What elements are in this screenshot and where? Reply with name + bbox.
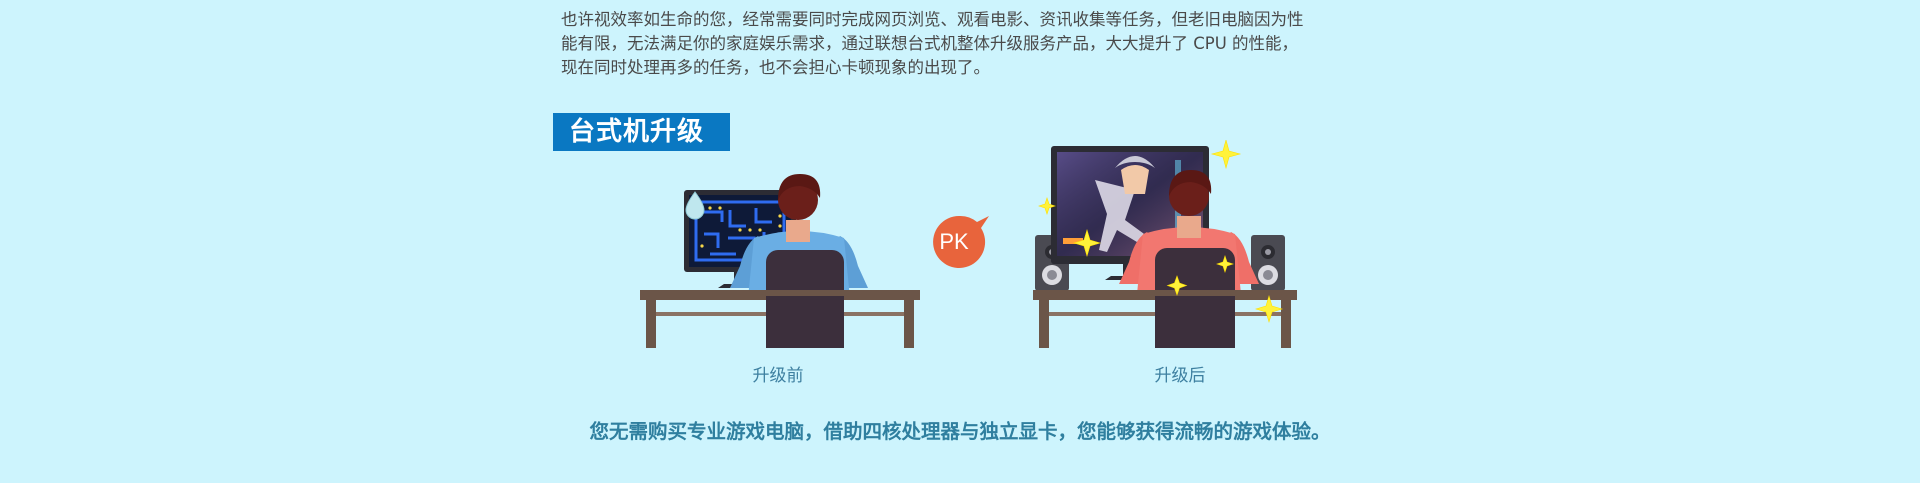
section-title-desktop-upgrade: 台式机升级 — [553, 113, 730, 151]
before-upgrade-illustration — [640, 174, 920, 348]
after-upgrade-illustration — [1033, 140, 1297, 348]
sparkle-icon — [1210, 140, 1242, 170]
intro-line: 能有限，无法满足你的家庭娱乐需求，通过联想台式机整体升级服务产品，大大提升了 C… — [561, 34, 1299, 53]
content-banner: 也许视效率如生命的您，经常需要同时完成网页浏览、观看电影、资讯收集等任务，但老旧… — [0, 0, 1920, 483]
chair-after-seat — [1155, 296, 1235, 348]
pk-badge: PK — [933, 215, 989, 268]
pk-label: PK — [939, 229, 969, 254]
summary-text: 您无需购买专业游戏电脑，借助四核处理器与独立显卡，您能够获得流畅的游戏体验。 — [589, 420, 1331, 443]
upgrade-page: 也许视效率如生命的您，经常需要同时完成网页浏览、观看电影、资讯收集等任务，但老旧… — [0, 0, 1920, 485]
after-upgrade-caption: 升级后 — [1154, 366, 1206, 386]
intro-paragraph: 也许视效率如生命的您，经常需要同时完成网页浏览、观看电影、资讯收集等任务，但老旧… — [561, 8, 1361, 80]
intro-line: 现在同时处理再多的任务，也不会担心卡顿现象的出现了。 — [561, 58, 990, 77]
chair-before-seat — [766, 296, 844, 348]
before-upgrade-caption: 升级前 — [752, 366, 804, 386]
intro-line: 也许视效率如生命的您，经常需要同时完成网页浏览、观看电影、资讯收集等任务，但老旧… — [561, 10, 1304, 29]
